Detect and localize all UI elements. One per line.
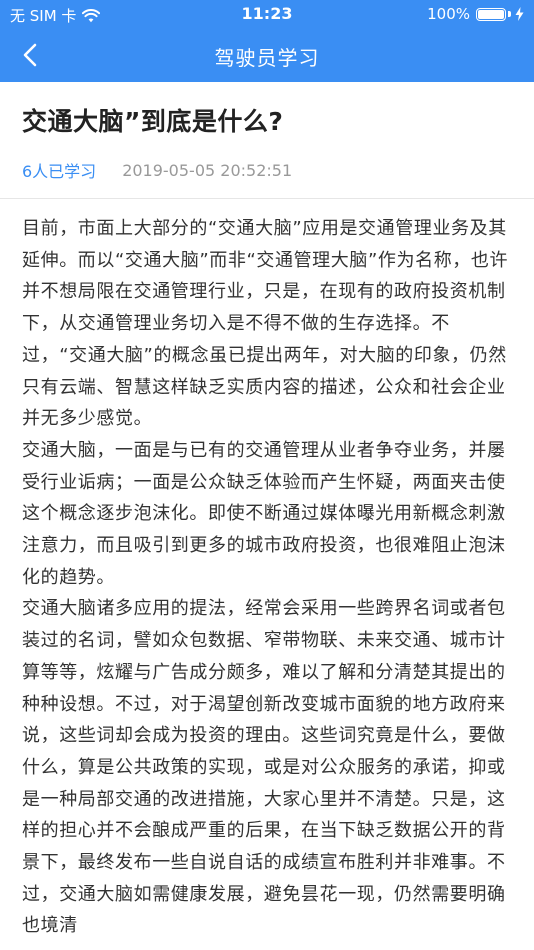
publish-datetime: 2019-05-05 20:52:51 bbox=[122, 160, 293, 180]
battery-fill bbox=[478, 9, 504, 19]
battery-icon bbox=[476, 7, 506, 21]
paragraph: 交通大脑，一面是与已有的交通管理从业者争夺业务，并屡受行业诟病；一面是公众缺乏体… bbox=[22, 439, 506, 588]
charging-icon bbox=[515, 7, 524, 21]
battery-cap bbox=[508, 11, 511, 17]
page-title: 驾驶员学习 bbox=[214, 46, 320, 70]
article-body: 目前，市面上大部分的“交通大脑”应用是交通管理业务及其延伸。而以“交通大脑”而非… bbox=[22, 213, 512, 942]
battery-percent: 100% bbox=[427, 5, 470, 23]
status-right: 100% bbox=[427, 5, 524, 23]
article-title: 交通大脑”到底是什么? bbox=[22, 107, 284, 136]
paragraph: 目前，市面上大部分的“交通大脑”应用是交通管理业务及其延伸。而以“交通大脑”而非… bbox=[22, 218, 509, 430]
status-bar: 无 SIM 卡 11:23 100% bbox=[0, 0, 534, 28]
navigation-bar: 驾驶员学习 bbox=[0, 28, 534, 82]
article-content: 交通大脑”到底是什么? 6人已学习 2019-05-05 20:52:51 目前… bbox=[0, 82, 534, 942]
app-screen: 无 SIM 卡 11:23 100% 驾驶员学习 交通大脑”到底是什么? 6人已… bbox=[0, 0, 534, 950]
divider bbox=[0, 198, 534, 199]
learner-count: 6人已学习 bbox=[22, 162, 97, 181]
paragraph: 交通大脑诸多应用的提法，经常会采用一些跨界名词或者包装过的名词，譬如众包数据、窄… bbox=[22, 598, 506, 937]
article-meta: 6人已学习 2019-05-05 20:52:51 bbox=[22, 158, 512, 182]
